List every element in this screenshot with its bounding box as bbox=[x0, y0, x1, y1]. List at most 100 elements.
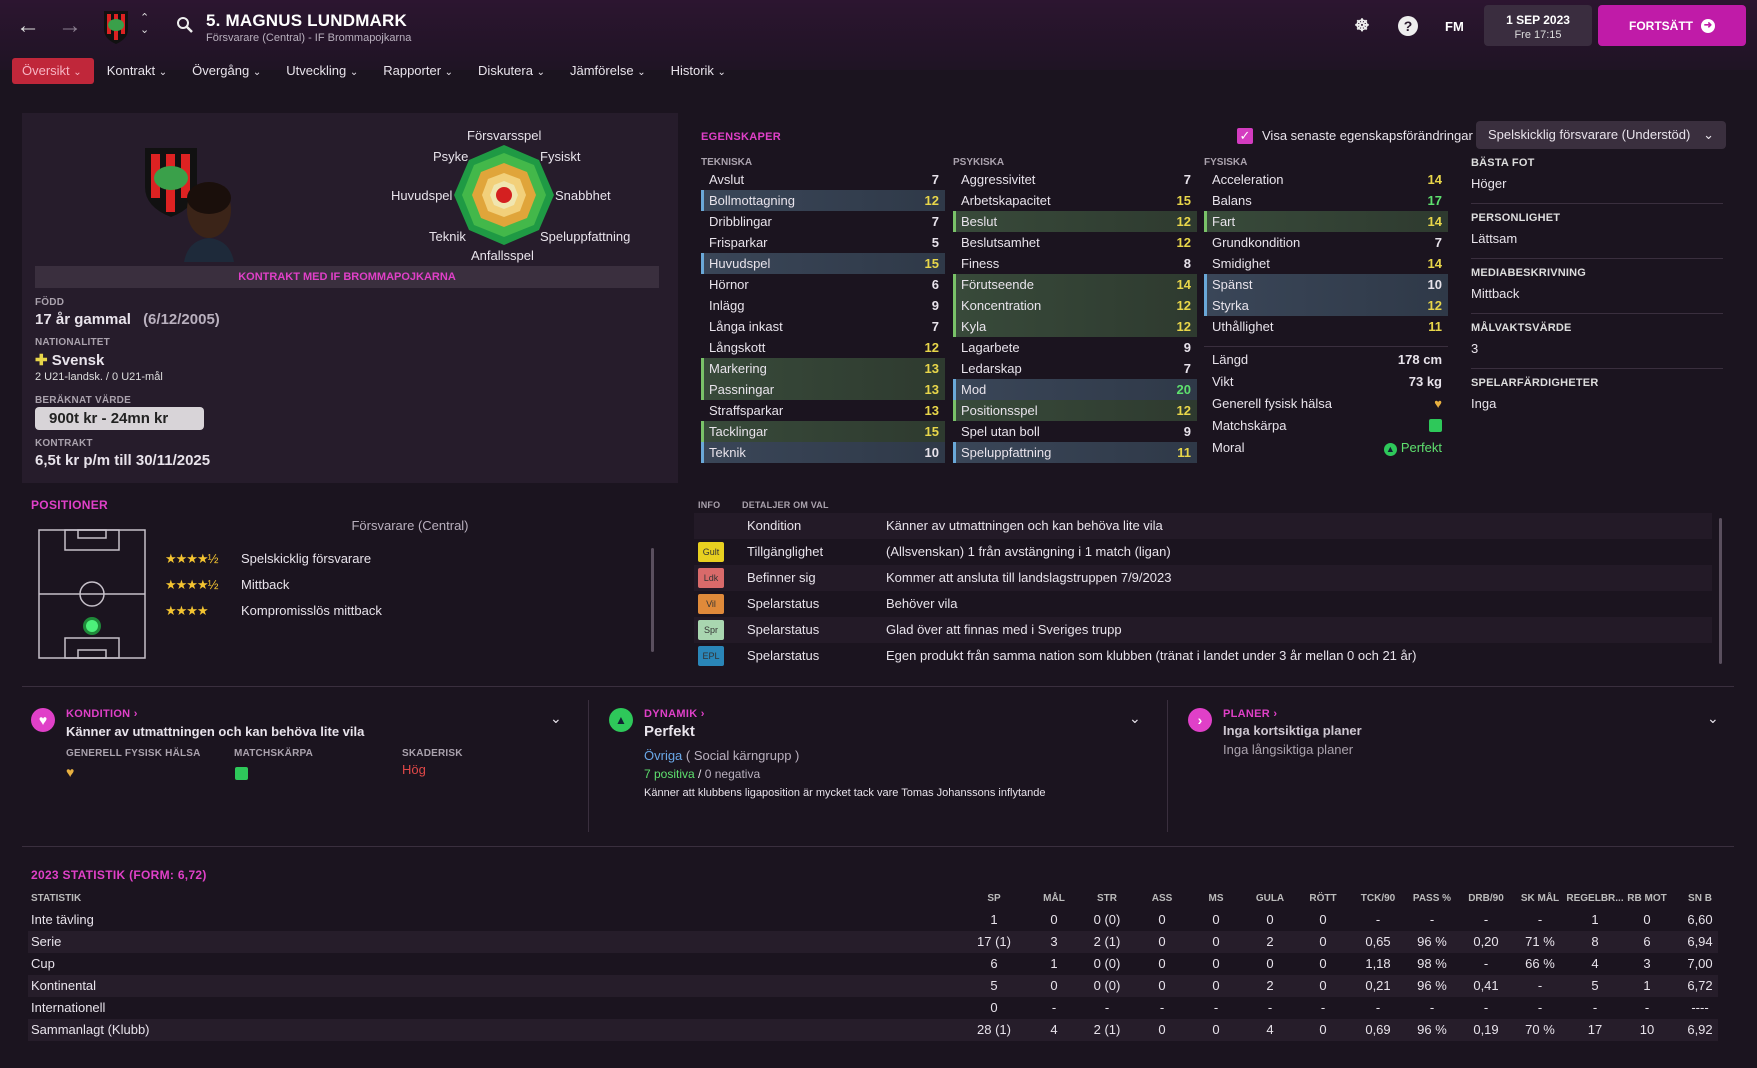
social-group-link[interactable]: Övriga bbox=[644, 748, 682, 763]
value-badge[interactable]: 900t kr - 24mn kr bbox=[35, 407, 204, 430]
attribute-row[interactable]: Grundkondition 7 bbox=[1204, 232, 1448, 253]
stats-row[interactable]: Kontinental 5 0 0 (0) 0 0 2 0 0,21 96 % 0,41 - 5 1 6,7… bbox=[28, 975, 1718, 997]
forward-arrow-icon[interactable]: → bbox=[58, 14, 82, 38]
attribute-row[interactable]: Frisparkar 5 bbox=[701, 232, 945, 253]
menu-tab-5[interactable]: Diskutera ⌄ bbox=[468, 58, 557, 84]
attribute-row[interactable]: Långskott 12 bbox=[701, 337, 945, 358]
info-row[interactable]: Gult Tillgänglighet (Allsvenskan) 1 från a… bbox=[694, 539, 1712, 565]
attribute-row[interactable]: Positionsspel 12 bbox=[953, 400, 1197, 421]
plans-expand-chevron-icon[interactable]: ⌄ bbox=[1707, 710, 1719, 727]
stats-column-header[interactable]: STR bbox=[1077, 893, 1137, 904]
fm-logo[interactable]: FM bbox=[1445, 19, 1464, 34]
role-select[interactable]: Spelskicklig försvarare (Understöd) ⌄ bbox=[1476, 121, 1726, 149]
menu-tab-0[interactable]: Översikt ⌄ bbox=[12, 58, 94, 84]
sharpness-icon[interactable] bbox=[1429, 419, 1442, 432]
attribute-row[interactable]: Smidighet 14 bbox=[1204, 253, 1448, 274]
attribute-row[interactable]: Mod 20 bbox=[953, 379, 1197, 400]
attribute-row[interactable]: Balans 17 bbox=[1204, 190, 1448, 211]
info-scrollbar[interactable] bbox=[1719, 518, 1722, 664]
attribute-row[interactable]: Speluppfattning 11 bbox=[953, 442, 1197, 463]
attribute-row[interactable]: Passningar 13 bbox=[701, 379, 945, 400]
attribute-row[interactable]: Finess 8 bbox=[953, 253, 1197, 274]
stats-column-header[interactable]: SK MÅL bbox=[1510, 893, 1570, 904]
attribute-row[interactable]: Fart 14 bbox=[1204, 211, 1448, 232]
menu-tab-6[interactable]: Jämförelse ⌄ bbox=[560, 58, 658, 84]
attribute-row[interactable]: Arbetskapacitet 15 bbox=[953, 190, 1197, 211]
stats-row[interactable]: Sammanlagt (Klubb) 28 (1) 4 2 (1) 0 0 4 0 0,69 96… bbox=[28, 1019, 1718, 1041]
attribute-row[interactable]: Spel utan boll 9 bbox=[953, 421, 1197, 442]
attribute-row[interactable]: Teknik 10 bbox=[701, 442, 945, 463]
stats-column-header[interactable]: MS bbox=[1186, 893, 1246, 904]
continue-button[interactable]: FORTSÄTT ➜ bbox=[1598, 5, 1746, 46]
brain-icon[interactable]: ☸ bbox=[1352, 16, 1372, 36]
player-switch-chevrons-icon[interactable]: ⌃ ⌄ bbox=[140, 12, 149, 36]
attribute-row[interactable]: Långa inkast 7 bbox=[701, 316, 945, 337]
condition-expand-chevron-icon[interactable]: ⌄ bbox=[550, 710, 562, 727]
help-icon[interactable]: ? bbox=[1398, 16, 1418, 36]
stats-row[interactable]: Inte tävling 1 0 0 (0) 0 0 0 0 - - - - 1 0 6,60 bbox=[28, 909, 1718, 931]
attribute-row[interactable]: Lagarbete 9 bbox=[953, 337, 1197, 358]
menu-tab-7[interactable]: Historik ⌄ bbox=[661, 58, 738, 84]
stats-column-header[interactable]: PASS % bbox=[1402, 893, 1462, 904]
attribute-row[interactable]: Huvudspel 15 bbox=[701, 253, 945, 274]
role-row[interactable]: ★★★★½ Mittback bbox=[165, 574, 645, 596]
stats-column-header[interactable]: TCK/90 bbox=[1348, 893, 1408, 904]
attribute-row[interactable]: Inlägg 9 bbox=[701, 295, 945, 316]
attribute-row[interactable]: Styrka 12 bbox=[1204, 295, 1448, 316]
stats-column-header[interactable]: RÖTT bbox=[1293, 893, 1353, 904]
health-heart-icon[interactable]: ♥ bbox=[66, 764, 74, 780]
attribute-row[interactable]: Dribblingar 7 bbox=[701, 211, 945, 232]
attribute-row[interactable]: Aggressivitet 7 bbox=[953, 169, 1197, 190]
attribute-row[interactable]: Förutseende 14 bbox=[953, 274, 1197, 295]
attribute-row[interactable]: Beslutsamhet 12 bbox=[953, 232, 1197, 253]
attribute-row[interactable]: Beslut 12 bbox=[953, 211, 1197, 232]
condition-title[interactable]: KONDITION › bbox=[66, 708, 138, 720]
attribute-row[interactable]: Straffsparkar 13 bbox=[701, 400, 945, 421]
attribute-row[interactable]: Avslut 7 bbox=[701, 169, 945, 190]
stats-column-header[interactable]: DRB/90 bbox=[1456, 893, 1516, 904]
attribute-row[interactable]: Tacklingar 15 bbox=[701, 421, 945, 442]
info-row[interactable]: EPL Spelarstatus Egen produkt från samma n… bbox=[694, 643, 1712, 669]
attribute-row[interactable]: Spänst 10 bbox=[1204, 274, 1448, 295]
stats-row[interactable]: Cup 6 1 0 (0) 0 0 0 0 1,18 98 % - 66 % 4 3 7,00 bbox=[28, 953, 1718, 975]
info-row[interactable]: Spr Spelarstatus Glad över att finnas med … bbox=[694, 617, 1712, 643]
attribute-row[interactable]: Kyla 12 bbox=[953, 316, 1197, 337]
role-row[interactable]: ★★★★½ Spelskicklig försvarare bbox=[165, 548, 645, 570]
info-row[interactable]: Vil Spelarstatus Behöver vila bbox=[694, 591, 1712, 617]
search-icon[interactable] bbox=[176, 16, 194, 34]
heart-icon[interactable]: ♥ bbox=[1434, 393, 1442, 414]
stats-row[interactable]: Serie 17 (1) 3 2 (1) 0 0 2 0 0,65 96 % 0,20 71 % 8 6 6… bbox=[28, 931, 1718, 953]
back-arrow-icon[interactable]: ← bbox=[16, 14, 40, 38]
stats-row[interactable]: Internationell 0- - - - - - - - - - - - ---- bbox=[28, 997, 1718, 1019]
stats-column-header[interactable]: GULA bbox=[1240, 893, 1300, 904]
show-changes-checkbox[interactable]: ✓ bbox=[1237, 128, 1253, 144]
attribute-row[interactable]: Ledarskap 7 bbox=[953, 358, 1197, 379]
stats-column-header[interactable]: MÅL bbox=[1024, 893, 1084, 904]
attribute-row[interactable]: Uthållighet 11 bbox=[1204, 316, 1448, 337]
sharpness-icon[interactable] bbox=[235, 767, 248, 780]
pitch-diagram[interactable] bbox=[38, 529, 146, 659]
attribute-row[interactable]: Koncentration 12 bbox=[953, 295, 1197, 316]
morale-value[interactable]: ▲ Perfekt bbox=[1383, 437, 1442, 458]
stats-column-header[interactable]: SP bbox=[964, 893, 1024, 904]
date-display[interactable]: 1 SEP 2023 Fre 17:15 bbox=[1484, 5, 1592, 46]
attribute-row[interactable]: Acceleration 14 bbox=[1204, 169, 1448, 190]
dynamics-title[interactable]: DYNAMIK › bbox=[644, 708, 705, 720]
stats-column-header[interactable]: STATISTIK bbox=[31, 893, 81, 904]
attribute-row[interactable]: Hörnor 6 bbox=[701, 274, 945, 295]
stats-column-header[interactable]: RB MOT bbox=[1617, 893, 1677, 904]
stats-column-header[interactable]: ASS bbox=[1132, 893, 1192, 904]
stats-column-header[interactable]: SN B bbox=[1670, 893, 1730, 904]
role-row[interactable]: ★★★★ Kompromisslös mittback bbox=[165, 600, 645, 622]
dynamics-expand-chevron-icon[interactable]: ⌄ bbox=[1129, 710, 1141, 727]
club-crest-icon[interactable] bbox=[102, 9, 130, 45]
stats-column-header[interactable]: REGELBR... bbox=[1565, 893, 1625, 904]
menu-tab-1[interactable]: Kontrakt ⌄ bbox=[97, 58, 179, 84]
menu-tab-3[interactable]: Utveckling ⌄ bbox=[276, 58, 370, 84]
menu-tab-2[interactable]: Övergång ⌄ bbox=[182, 58, 273, 84]
roles-scrollbar[interactable] bbox=[651, 548, 654, 652]
attribute-row[interactable]: Markering 13 bbox=[701, 358, 945, 379]
menu-tab-4[interactable]: Rapporter ⌄ bbox=[373, 58, 465, 84]
info-row[interactable]: Kondition Känner av utmattningen och kan … bbox=[694, 513, 1712, 539]
attribute-row[interactable]: Bollmottagning 12 bbox=[701, 190, 945, 211]
